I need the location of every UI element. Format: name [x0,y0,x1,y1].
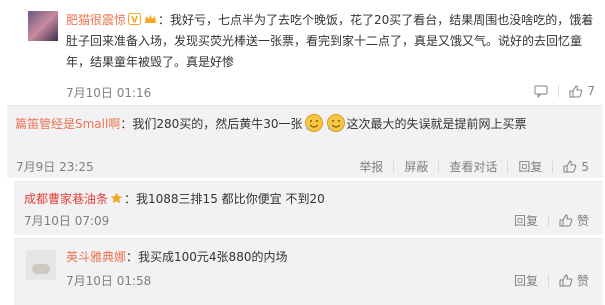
like-count: 5 [581,159,589,174]
thumbs-up-icon [559,214,573,227]
comment-body: 英斗雅典娜：我买成100元4张880的内场 [66,248,287,266]
comment-time: 7月10日 01:58 [66,274,152,288]
like-count: 7 [587,84,595,98]
comment-time: 7月10日 01:16 [66,86,152,100]
comment-time: 7月10日 07:09 [24,214,110,228]
comment-time: 7月9日 23:25 [16,160,94,174]
reply-link[interactable]: 回复 [518,158,542,175]
like-button[interactable]: 5 [563,160,589,174]
username-link[interactable]: 篇笛管经是Small啊 [15,117,120,131]
comment-text: ：我1088三排15 都比你便宜 不到20 [124,192,325,206]
sweat-smile-emoji-icon [304,114,323,132]
vip-badge-icon: V [128,13,142,26]
crown-icon [145,14,157,23]
sweat-smile-emoji-icon [326,114,345,132]
like-label: 赞 [576,274,589,288]
avatar[interactable] [28,11,58,41]
comment-1: 肥猫很震惊 V ：我好亏，七点半为了去吃个晚饭，花了20买了看台，结果周围也没啥吃的… [0,0,605,103]
thumbs-up-icon [563,160,577,173]
block-link[interactable]: 屏蔽 [404,158,428,175]
divider [507,160,509,173]
divider [393,160,395,173]
comment-4: 英斗雅典娜：我买成100元4张880的内场 7月10日 01:58 回复 赞 [14,238,603,305]
username-link[interactable]: 成都曹家巷油条 [24,192,108,206]
comment-text: ：我们280买的，然后黄牛30一张 [120,117,303,131]
reply-link[interactable]: 回复 [514,272,538,289]
comment-actions: 回复 赞 [514,212,589,229]
avatar[interactable] [26,250,56,280]
comment-text: ：我买成100元4张880的内场 [126,250,288,264]
report-link[interactable]: 举报 [359,158,383,175]
divider [547,274,549,287]
comment-body: 肥猫很震惊 V ：我好亏，七点半为了去吃个晚饭，花了20买了看台，结果周围也没啥吃的… [66,10,596,73]
thumbs-up-icon [559,274,573,287]
like-label: 赞 [576,214,589,228]
divider [438,160,440,173]
star-badge-icon [110,192,123,204]
comment-actions: 回复 赞 [514,272,589,289]
username-link[interactable]: 肥猫很震惊 [66,13,126,27]
comment-text-continued: 这次最大的失误就是提前网上买票 [346,117,527,131]
comment-3: 成都曹家巷油条 ：我1088三排15 都比你便宜 不到20 7月10日 07:09… [14,181,603,235]
comment-actions: 举报 屏蔽 查看对话 回复 5 [359,158,589,175]
svg-text:V: V [131,16,138,26]
like-button[interactable]: 赞 [559,272,589,289]
reply-icon[interactable] [534,85,548,98]
thumbs-up-icon [569,84,583,97]
divider [552,160,554,173]
divider [547,214,549,227]
like-button[interactable]: 7 [569,84,595,98]
reply-link[interactable]: 回复 [514,212,538,229]
comment-body: 成都曹家巷油条 ：我1088三排15 都比你便宜 不到20 [24,190,325,208]
view-conversation-link[interactable]: 查看对话 [449,158,497,175]
username-link[interactable]: 英斗雅典娜 [66,250,126,264]
comment-body: 篇笛管经是Small啊：我们280买的，然后黄牛30一张 这次最大的失误就是提前网… [15,113,545,135]
comment-2: 篇笛管经是Small啊：我们280买的，然后黄牛30一张 这次最大的失误就是提前网… [7,105,603,178]
like-button[interactable]: 赞 [559,212,589,229]
divider [558,85,560,97]
comment-actions: 7 [534,84,595,98]
